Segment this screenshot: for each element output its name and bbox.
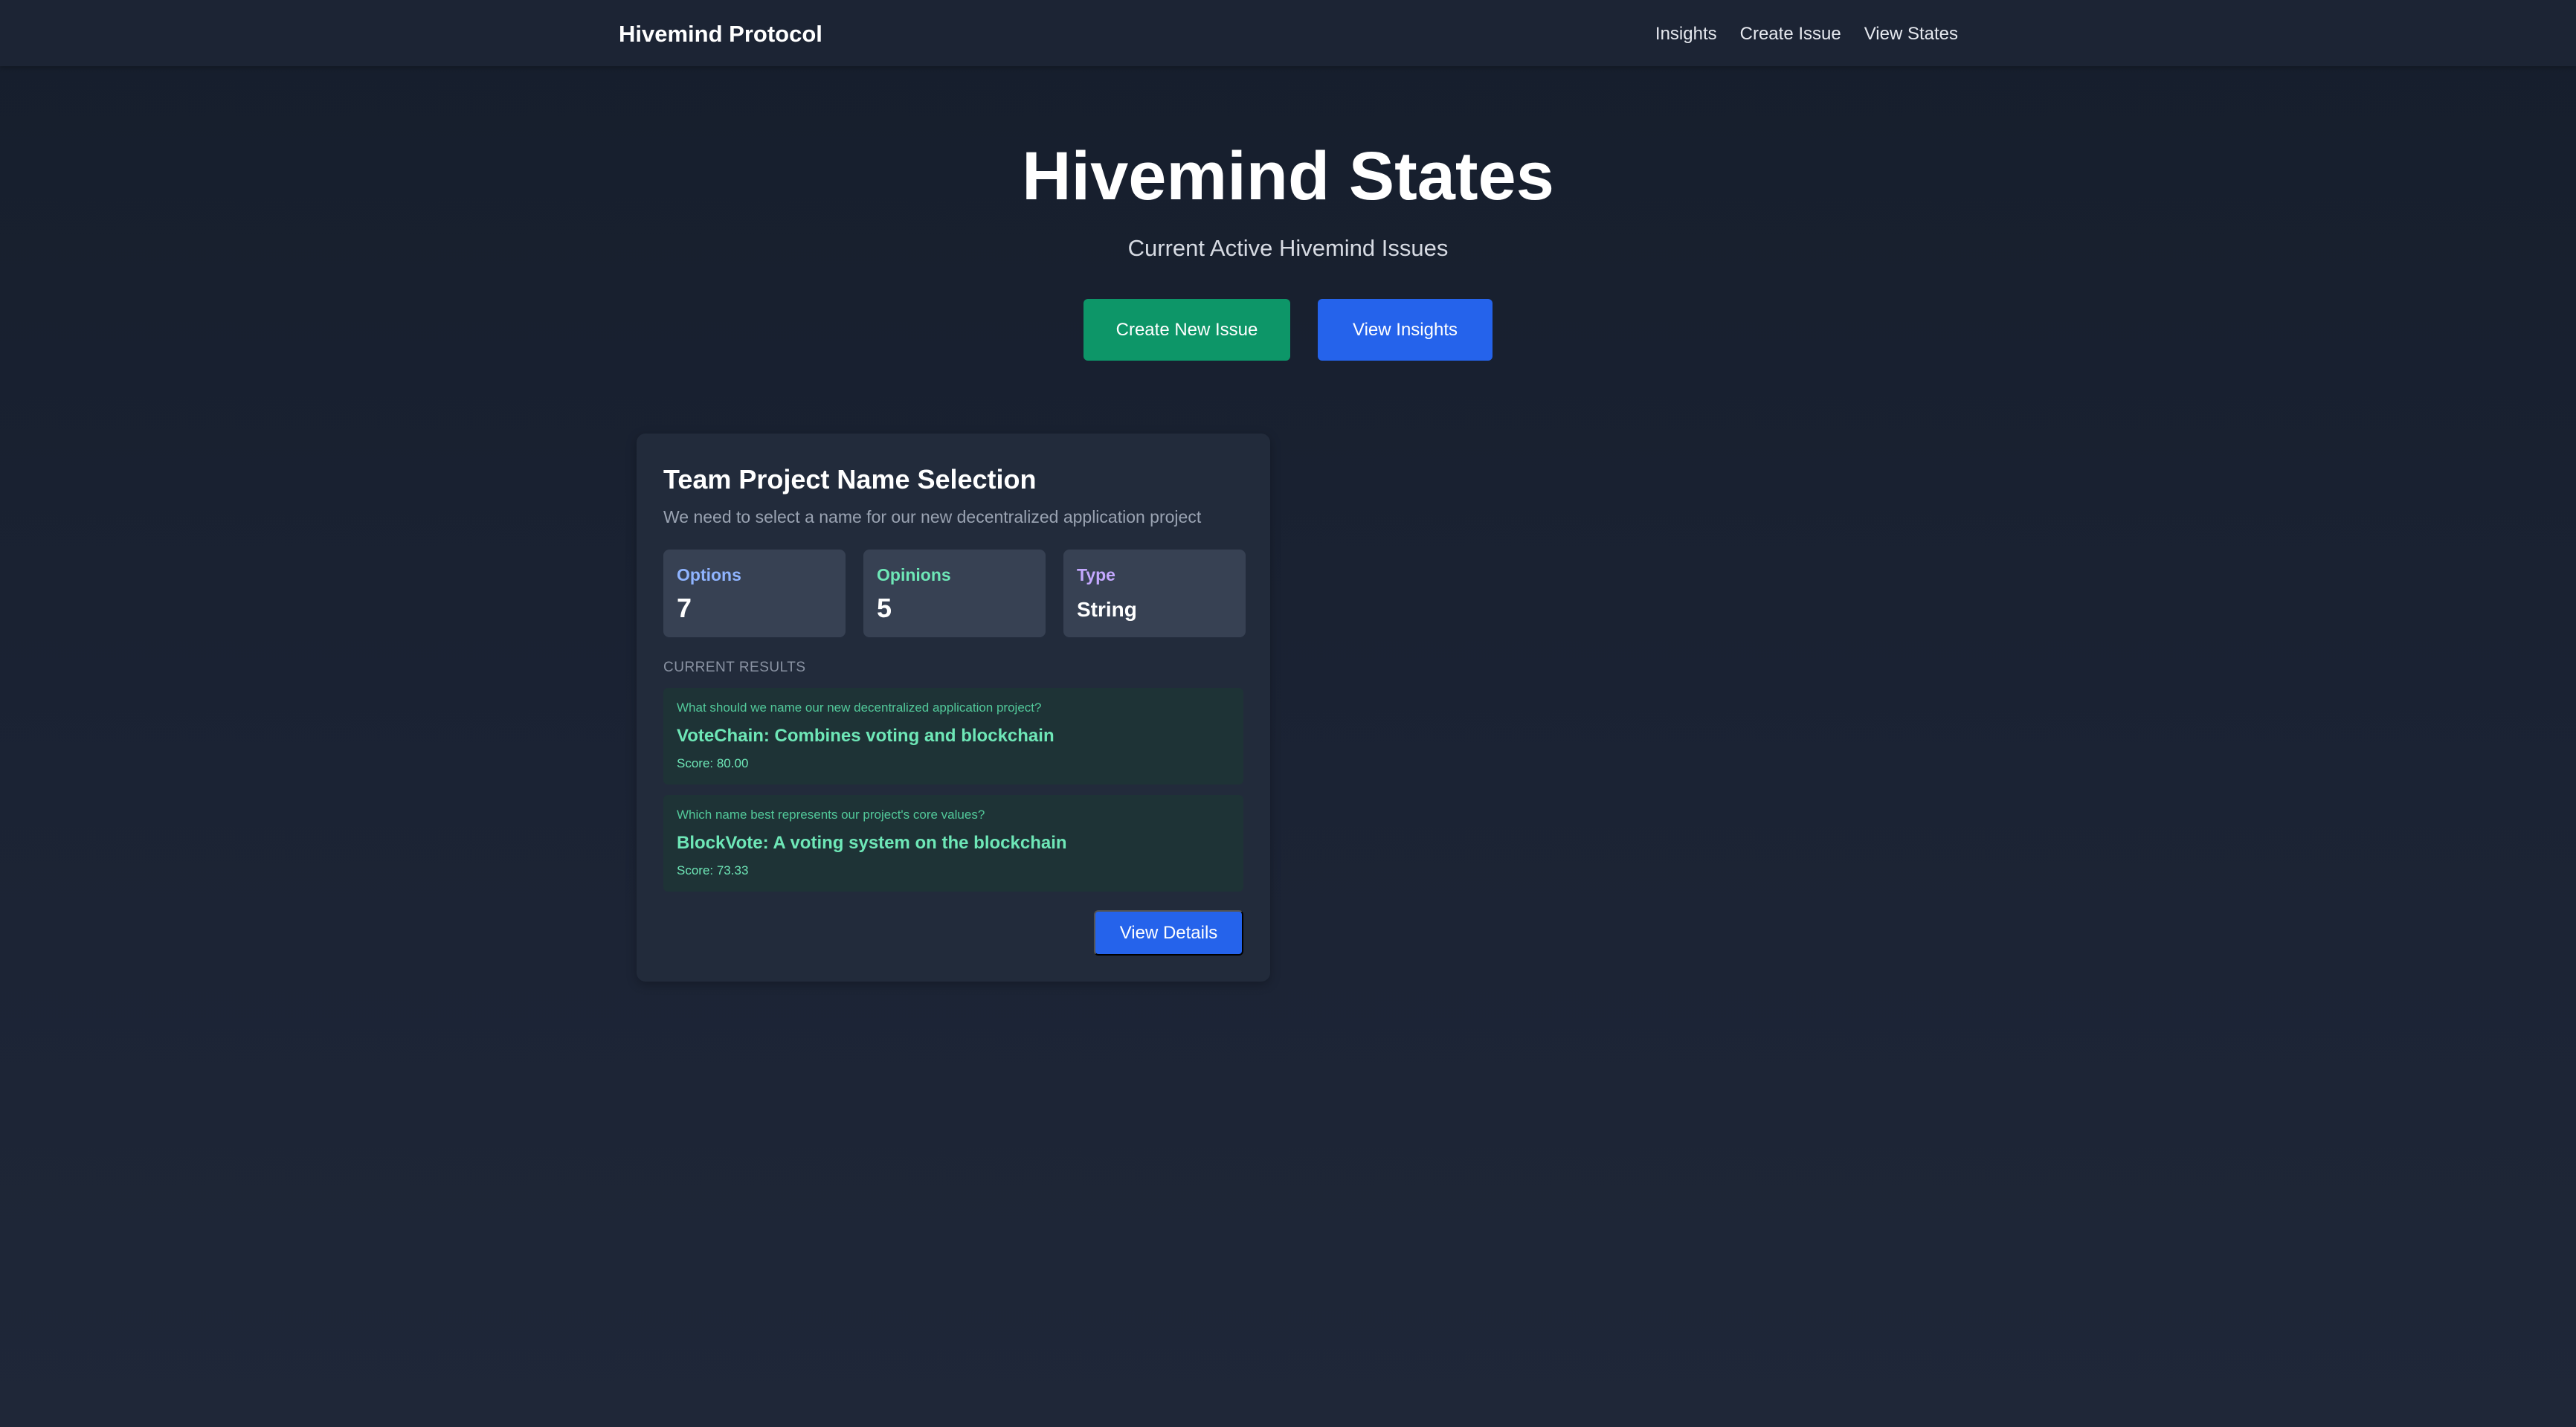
issue-stats: Options 7 Opinions 5 Type String [663, 550, 1246, 637]
issue-card: Team Project Name Selection We need to s… [637, 434, 1270, 982]
create-new-issue-button[interactable]: Create New Issue [1083, 299, 1290, 361]
results-heading: CURRENT RESULTS [663, 660, 806, 675]
stat-options-label: Options [677, 565, 741, 584]
hero-actions: Create New Issue View Insights [1083, 299, 1493, 361]
stat-type: Type String [1063, 550, 1246, 637]
view-insights-button[interactable]: View Insights [1318, 299, 1493, 361]
nav-link-view-states[interactable]: View States [1864, 18, 1958, 51]
result-score: Score: 80.00 [677, 756, 749, 770]
page-title: Hivemind States [1022, 138, 1554, 214]
stat-type-value: String [1077, 598, 1137, 621]
result-item: Which name best represents our project's… [663, 795, 1243, 892]
stat-opinions: Opinions 5 [863, 550, 1046, 637]
issue-title: Team Project Name Selection [663, 464, 1037, 495]
result-score: Score: 73.33 [677, 863, 749, 877]
nav-links: Insights Create Issue View States [1655, 18, 1958, 51]
brand-logo-text[interactable]: Hivemind Protocol [619, 18, 822, 51]
stat-type-label: Type [1077, 565, 1115, 584]
top-navbar: Hivemind Protocol Insights Create Issue … [0, 0, 2576, 66]
nav-link-insights[interactable]: Insights [1655, 18, 1717, 51]
stat-options: Options 7 [663, 550, 846, 637]
result-answer: VoteChain: Combines voting and blockchai… [677, 726, 1054, 746]
result-question: What should we name our new decentralize… [677, 700, 1042, 715]
nav-link-create-issue[interactable]: Create Issue [1740, 18, 1841, 51]
result-answer: BlockVote: A voting system on the blockc… [677, 833, 1067, 853]
stat-options-value: 7 [677, 593, 692, 623]
view-details-button[interactable]: View Details [1094, 910, 1243, 956]
page-subtitle: Current Active Hivemind Issues [1127, 235, 1449, 261]
issue-description: We need to select a name for our new dec… [663, 507, 1202, 526]
stat-opinions-value: 5 [877, 593, 892, 623]
stat-opinions-label: Opinions [877, 565, 951, 584]
result-question: Which name best represents our project's… [677, 808, 985, 822]
result-item: What should we name our new decentralize… [663, 688, 1243, 785]
